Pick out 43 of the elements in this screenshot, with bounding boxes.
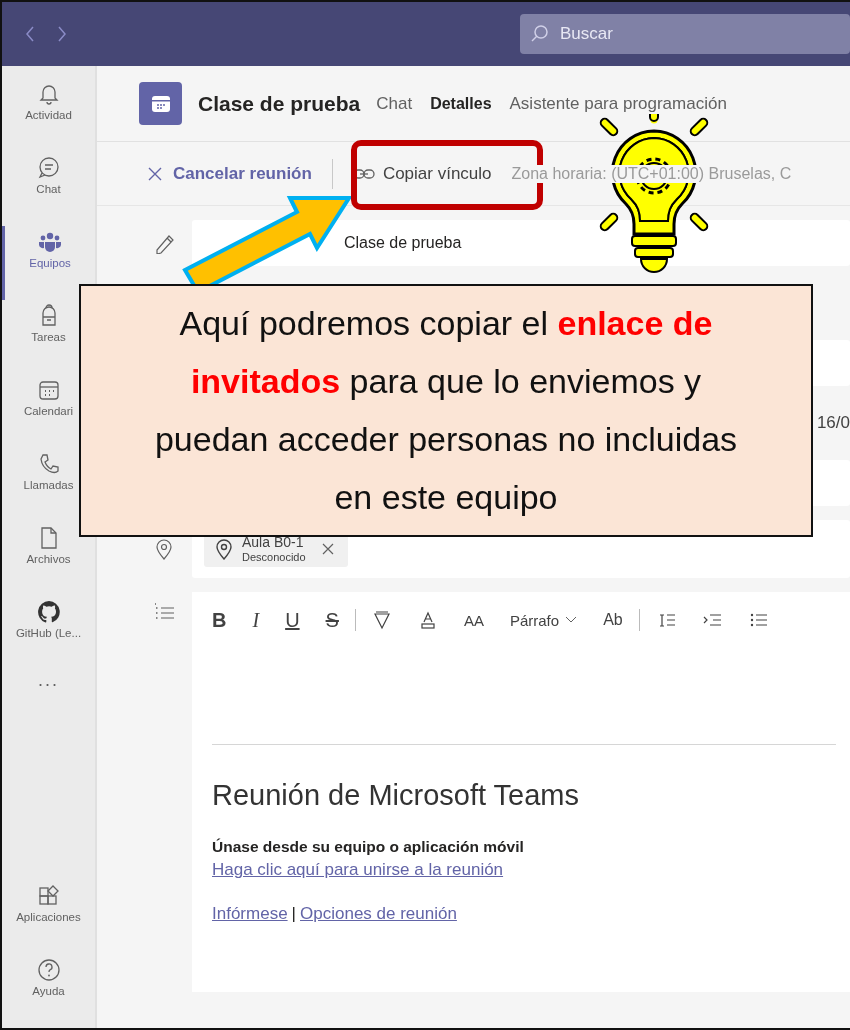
paragraph-style-dropdown[interactable]: Párrafo xyxy=(509,611,578,629)
date-field[interactable]: 16/0 xyxy=(816,413,850,433)
join-meeting-link[interactable]: Haga clic aquí para unirse a la reunión xyxy=(212,860,504,880)
search-field[interactable]: Buscar xyxy=(520,14,850,54)
people-icon xyxy=(38,230,62,254)
calendar-icon xyxy=(36,378,61,402)
callout-tooltip: Aquí podremos copiar el enlace de invitados para que lo enviemos y puedan acceder personas no incluidas en este equipo xyxy=(79,284,813,537)
location-name: Aula B0-1 xyxy=(242,535,305,551)
rail-item[interactable]: Chat xyxy=(2,152,95,226)
meeting-title: Clase de prueba xyxy=(198,91,361,116)
search-icon xyxy=(530,24,550,44)
underline-button[interactable]: U xyxy=(285,608,300,632)
meeting-heading: Reunión de Microsoft Teams xyxy=(212,779,580,812)
chat-bubble-icon xyxy=(36,156,61,180)
rail-item[interactable]: Actividad xyxy=(2,78,95,152)
highlighter-icon[interactable] xyxy=(371,610,392,630)
bold-button[interactable]: B xyxy=(212,608,227,632)
github-icon xyxy=(36,600,61,624)
location-pin-icon xyxy=(214,538,234,560)
font-size-button[interactable]: AA xyxy=(463,611,484,629)
link[interactable]: Infórmese xyxy=(212,904,288,924)
more-apps-button[interactable]: ... xyxy=(2,670,95,710)
remove-icon[interactable] xyxy=(321,543,334,555)
cancel-meeting-button[interactable]: Cancelar reunión xyxy=(147,163,312,184)
close-icon xyxy=(147,165,163,182)
rail-item[interactable]: Ayuda xyxy=(2,954,95,1028)
apps-icon xyxy=(36,884,61,908)
calendar-icon xyxy=(139,82,182,125)
strikethrough-button[interactable]: S xyxy=(325,608,339,632)
forward-icon[interactable] xyxy=(56,25,68,43)
rail-item[interactable]: GitHub (Le... xyxy=(2,596,95,670)
location-status: Desconocido xyxy=(242,550,306,563)
join-label: Únase desde su equipo o aplicación móvil xyxy=(212,838,525,856)
link-separator: | xyxy=(291,904,296,924)
copy-link-button[interactable]: Copiar vínculo xyxy=(352,163,492,184)
clear-format-button[interactable]: Ab xyxy=(603,611,623,629)
link[interactable]: Opciones de reunión xyxy=(300,904,457,924)
chevron-down-icon xyxy=(565,616,578,624)
italic-button[interactable]: I xyxy=(252,608,260,632)
location-pin-icon xyxy=(153,538,175,560)
help-icon xyxy=(36,958,61,982)
back-icon[interactable] xyxy=(24,25,36,43)
rail-item[interactable]: Aplicaciones xyxy=(2,880,95,954)
